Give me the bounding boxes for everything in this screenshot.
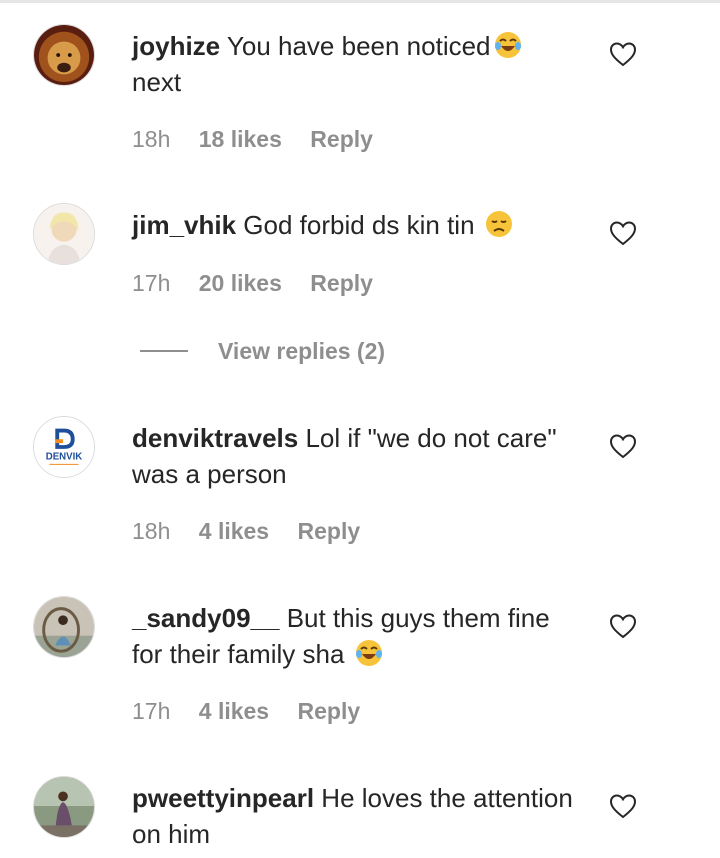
avatar[interactable] [33, 596, 95, 658]
avatar[interactable] [33, 776, 95, 838]
like-heart-icon[interactable] [609, 793, 637, 819]
timestamp: 18h [132, 126, 171, 152]
comment-text: jim_vhik God forbid ds kin tin [132, 207, 587, 243]
top-divider [0, 0, 720, 3]
comment-body-line2: next [132, 67, 182, 97]
denvik-logo-text: DENVIK [46, 452, 83, 463]
comment-body: You have been noticed [226, 31, 491, 61]
comment-text: joyhize You have been noticed next [132, 28, 587, 100]
timestamp: 17h [132, 270, 171, 296]
username[interactable]: jim_vhik [132, 210, 236, 240]
like-heart-icon[interactable] [609, 41, 637, 67]
reply-button[interactable]: Reply [310, 270, 373, 296]
comment-text: pweettyinpearl He loves the attention on… [132, 780, 587, 852]
avatar[interactable] [33, 203, 95, 265]
comment-body: God forbid ds kin tin [243, 210, 475, 240]
like-heart-icon[interactable] [609, 433, 637, 459]
reply-button[interactable]: Reply [298, 698, 361, 724]
username[interactable]: denviktravels [132, 423, 298, 453]
timestamp: 17h [132, 698, 171, 724]
comment-meta: 18h 4 likes Reply [132, 518, 382, 545]
avatar[interactable]: DENVIK [33, 416, 95, 478]
avatar[interactable] [33, 24, 95, 86]
likes-count[interactable]: 18 likes [199, 126, 282, 152]
username[interactable]: pweettyinpearl [132, 783, 314, 813]
reply-button[interactable]: Reply [310, 126, 373, 152]
comment-meta: 17h 20 likes Reply [132, 270, 395, 297]
comment-text: _sandy09__ But this guys them fine for t… [132, 600, 587, 672]
timestamp: 18h [132, 518, 171, 544]
comment-meta: 17h 4 likes Reply [132, 698, 382, 725]
like-heart-icon[interactable] [609, 613, 637, 639]
like-heart-icon[interactable] [609, 220, 637, 246]
disappointed-face-emoji-icon [484, 209, 514, 239]
comment-meta: 18h 18 likes Reply [132, 126, 395, 153]
likes-count[interactable]: 4 likes [199, 698, 269, 724]
replies-divider-line [140, 350, 188, 352]
username[interactable]: _sandy09__ [132, 603, 279, 633]
view-replies-button[interactable]: View replies (2) [218, 338, 385, 364]
likes-count[interactable]: 20 likes [199, 270, 282, 296]
view-replies[interactable]: View replies (2) [140, 338, 385, 365]
tears-of-joy-emoji-icon [493, 30, 523, 60]
comment-text: denviktravels Lol if "we do not care" wa… [132, 420, 587, 492]
likes-count[interactable]: 4 likes [199, 518, 269, 544]
tears-of-joy-emoji-icon [354, 638, 384, 668]
reply-button[interactable]: Reply [298, 518, 361, 544]
username[interactable]: joyhize [132, 31, 220, 61]
